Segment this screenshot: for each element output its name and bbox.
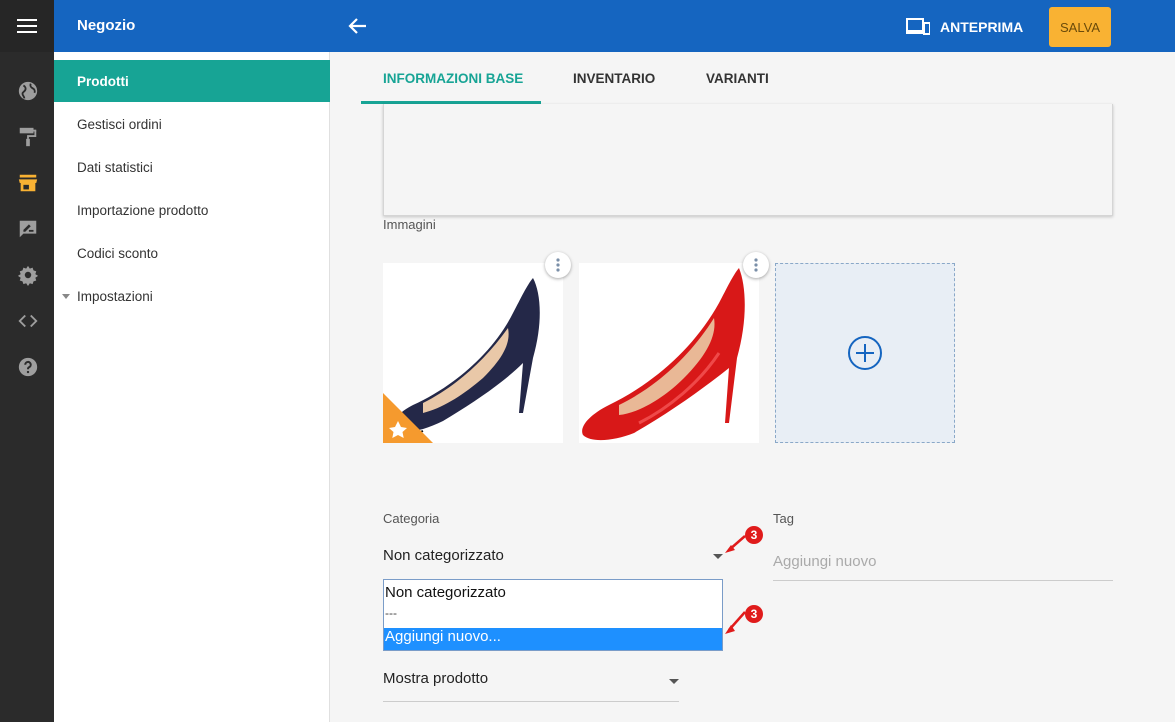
image-1-menu-button[interactable] [545,252,571,278]
blue-pump-image [383,278,540,443]
category-option-add-new[interactable]: Aggiungi nuovo... [384,628,722,650]
tag-input[interactable]: Aggiungi nuovo [773,553,1113,581]
page-title: Negozio [77,17,136,34]
globe-icon[interactable] [17,80,39,102]
category-select[interactable]: Non categorizzato [383,547,504,564]
sidebar-item-label: Impostazioni [77,288,153,304]
help-icon[interactable] [17,356,39,378]
preview-label: ANTEPRIMA [940,19,1024,35]
menu-button[interactable] [0,0,54,52]
preview-button[interactable]: ANTEPRIMA [906,14,1023,40]
top-header: Negozio ANTEPRIMA SALVA [54,0,1175,52]
code-icon[interactable] [17,310,39,332]
sidebar-item-products[interactable]: Prodotti [54,60,330,102]
more-vertical-icon [754,258,758,272]
feedback-icon[interactable] [17,218,39,240]
category-option[interactable]: Non categorizzato [384,584,722,604]
category-label: Categoria [383,511,440,526]
product-image-1[interactable] [383,263,563,443]
product-image-2[interactable] [579,263,759,443]
annotation-badge-1: 3 [745,526,763,544]
sidebar-item-discount-codes[interactable]: Codici sconto [54,232,330,274]
sidebar-item-import[interactable]: Importazione prodotto [54,189,330,231]
dropdown-arrow-icon[interactable] [713,554,723,559]
image-2-menu-button[interactable] [743,252,769,278]
tag-label: Tag [773,511,794,526]
images-label: Immagini [383,217,436,232]
back-button[interactable] [346,14,370,38]
red-pump-image [582,268,745,441]
store-icon[interactable] [17,172,39,194]
annotation-badge-2: 3 [745,605,763,623]
sidebar: Prodotti Gestisci ordini Dati statistici… [54,52,330,722]
category-option-separator[interactable]: --- [384,606,722,626]
main-content: INFORMAZIONI BASE INVENTARIO VARIANTI Im… [331,52,1175,722]
save-button[interactable]: SALVA [1049,7,1111,47]
tab-inventory[interactable]: INVENTARIO [573,52,655,104]
left-rail [0,0,54,722]
paint-roller-icon[interactable] [17,126,39,148]
tab-basic-info[interactable]: INFORMAZIONI BASE [383,52,523,104]
sidebar-item-statistics[interactable]: Dati statistici [54,146,330,188]
sidebar-item-settings[interactable]: Impostazioni [54,275,330,317]
plus-circle-icon [848,336,882,370]
devices-icon [906,18,930,35]
add-image-button[interactable] [775,263,955,443]
arrow-left-icon [348,18,366,34]
visibility-value: Mostra prodotto [383,670,489,687]
description-textarea[interactable] [383,104,1113,216]
visibility-select[interactable]: Mostra prodotto [383,670,679,702]
gear-icon[interactable] [17,264,39,286]
sidebar-item-orders[interactable]: Gestisci ordini [54,103,330,145]
caret-down-icon [62,294,70,299]
category-dropdown-list: Non categorizzato --- Aggiungi nuovo... [383,579,723,651]
more-vertical-icon [556,258,560,272]
dropdown-arrow-icon[interactable] [669,679,679,684]
menu-icon [17,19,37,33]
tab-variants[interactable]: VARIANTI [706,52,769,104]
